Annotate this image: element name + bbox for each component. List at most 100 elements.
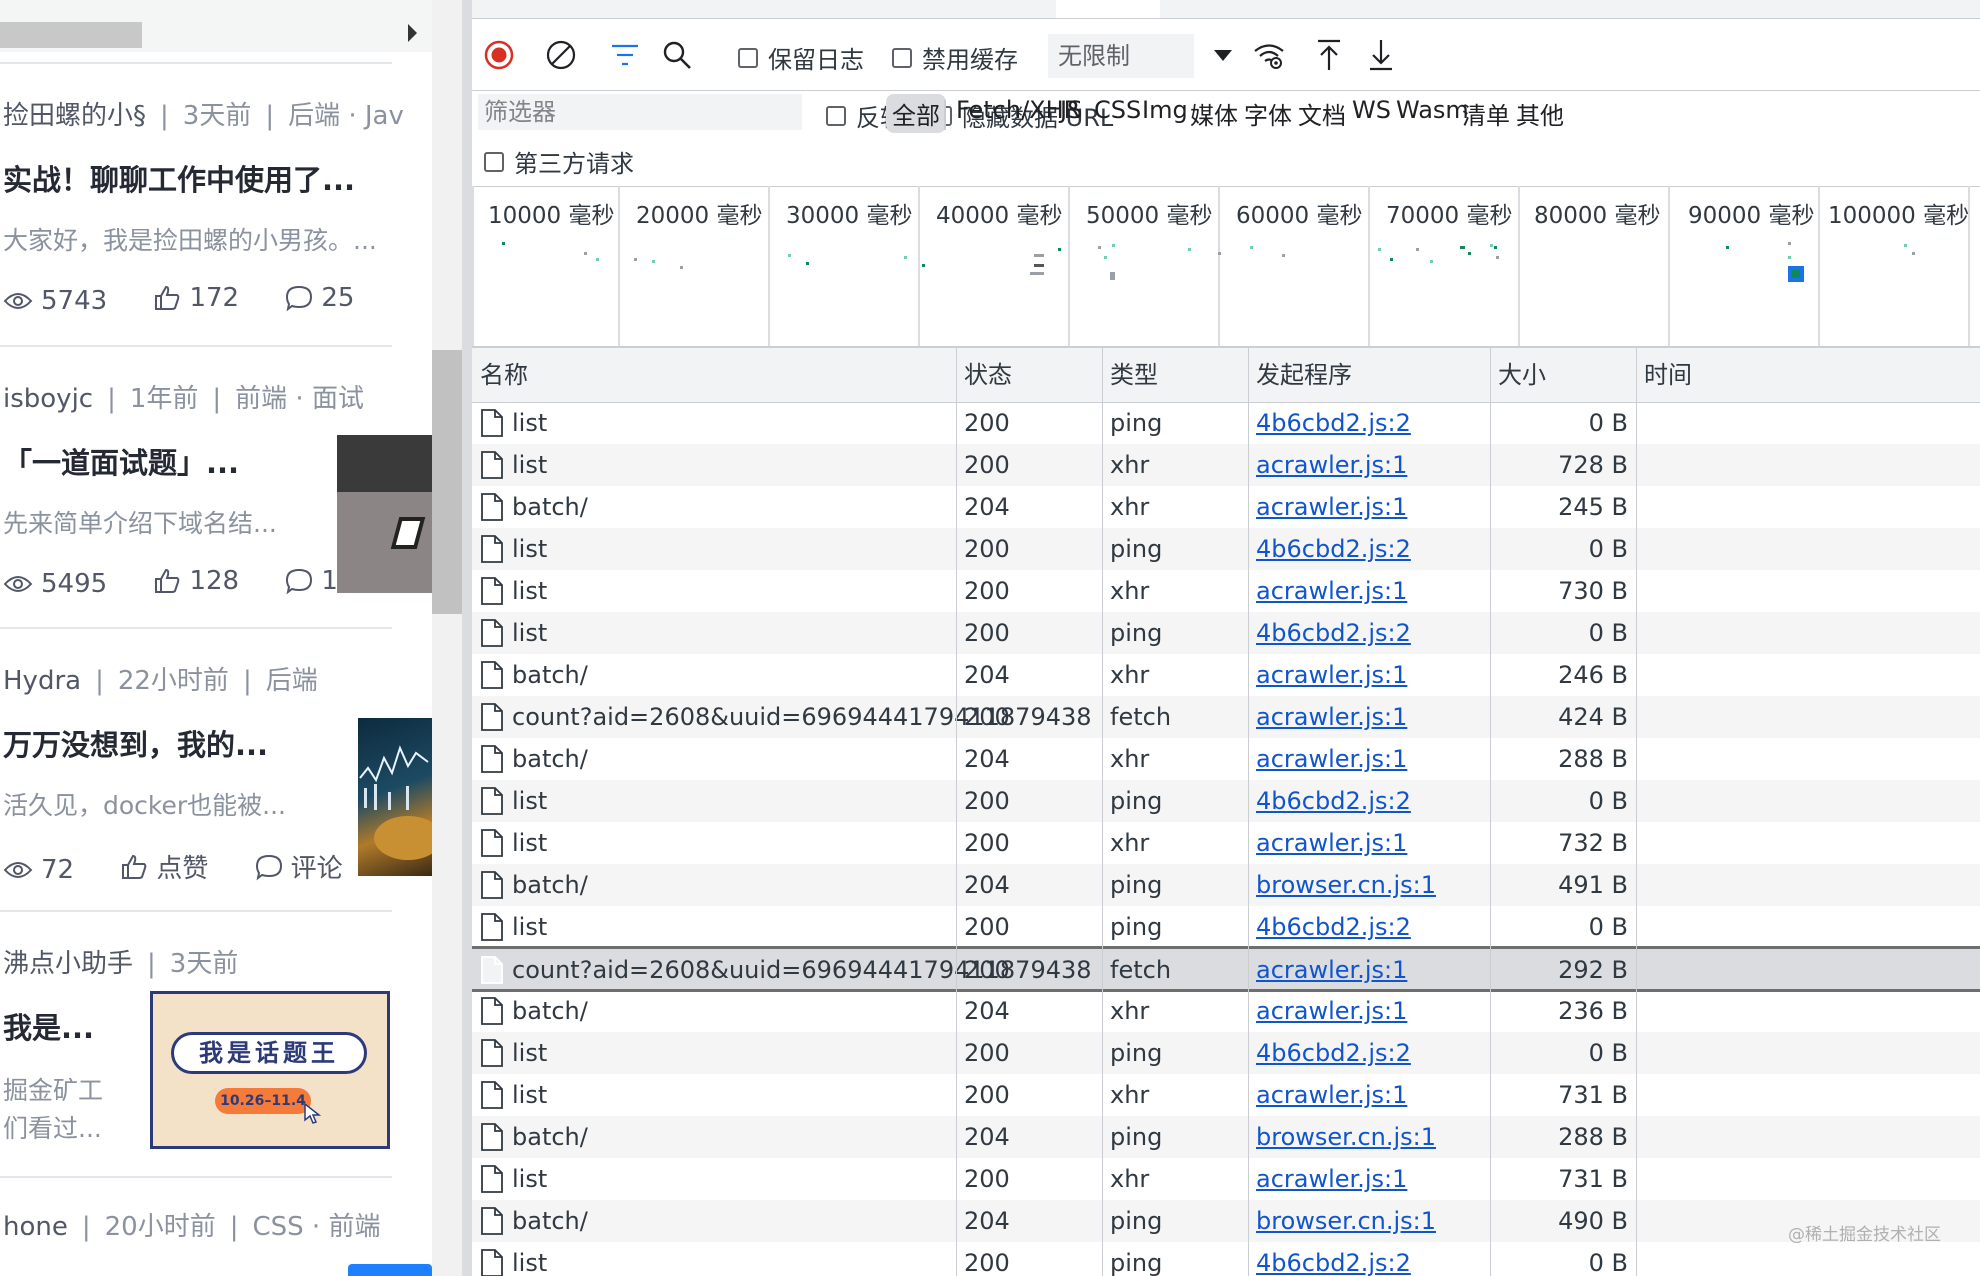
article-tags[interactable]: 后端 · Java — [288, 101, 403, 131]
article-title[interactable]: 实战！聊聊工作中使用了... — [3, 157, 398, 199]
initiator-link[interactable]: acrawler.js:1 — [1256, 661, 1407, 689]
checkbox-box[interactable] — [738, 47, 758, 68]
initiator-link[interactable]: 4b6cbd2.js:2 — [1256, 1249, 1411, 1276]
tab-network[interactable] — [1056, 0, 1160, 18]
column-header-type[interactable]: 类型 — [1102, 348, 1248, 402]
article-tags[interactable]: CSS · 前端 — [253, 1212, 381, 1242]
article-thumbnail[interactable] — [348, 1264, 432, 1276]
table-row[interactable]: batch/204 xhr acrawler.js:1 236 B — [472, 990, 1980, 1032]
table-row[interactable]: list 200 ping 4b6cbd2.js:2 0 B — [472, 780, 1980, 822]
table-row[interactable]: list 200 ping 4b6cbd2.js:2 0 B — [472, 1242, 1980, 1276]
export-har-button[interactable] — [1364, 38, 1398, 72]
checkbox-box[interactable] — [484, 151, 504, 172]
comment-icon[interactable] — [285, 284, 313, 312]
initiator-link[interactable]: acrawler.js:1 — [1256, 1165, 1407, 1193]
table-row[interactable]: batch/204 xhr acrawler.js:1 245 B — [472, 486, 1980, 528]
article-tags[interactable]: 后端 — [266, 666, 318, 696]
filter-type-manifest[interactable]: 清单 — [1462, 96, 1510, 131]
article-title[interactable]: 万万没想到，我的... — [3, 722, 353, 764]
column-divider[interactable] — [1636, 348, 1637, 1276]
initiator-link[interactable]: acrawler.js:1 — [1256, 493, 1407, 521]
article-tags[interactable]: 前端 · 面试 — [235, 384, 364, 414]
table-row[interactable]: batch/204 xhr acrawler.js:1 246 B — [472, 654, 1980, 696]
filter-type-js[interactable]: JS — [1060, 96, 1082, 124]
checkbox-box[interactable] — [892, 47, 912, 68]
filter-type-font[interactable]: 字体 — [1244, 96, 1292, 131]
article-author[interactable]: 沸点小助手 — [3, 949, 133, 979]
initiator-link[interactable]: browser.cn.js:1 — [1256, 871, 1436, 899]
thumbs-up-icon[interactable] — [153, 567, 181, 595]
network-overview-timeline[interactable]: 10000 毫秒 20000 毫秒 30000 毫秒 40000 毫秒 5000… — [472, 186, 1980, 349]
article-thumbnail[interactable] — [358, 718, 432, 876]
horizontal-scroll-thumb[interactable] — [0, 22, 142, 48]
thumbs-up-icon[interactable] — [153, 284, 181, 312]
table-row[interactable]: list 200 ping 4b6cbd2.js:2 0 B — [472, 906, 1980, 948]
table-row[interactable]: batch/204 ping browser.cn.js:1 288 B — [472, 1116, 1980, 1158]
table-row[interactable]: list 200 ping 4b6cbd2.js:2 0 B — [472, 612, 1980, 654]
filter-type-media[interactable]: 媒体 — [1190, 96, 1238, 131]
initiator-link[interactable]: browser.cn.js:1 — [1256, 1123, 1436, 1151]
table-row[interactable]: list 200 xhr acrawler.js:1 731 B — [472, 1158, 1980, 1200]
scroll-right-arrow-icon[interactable] — [408, 24, 417, 42]
filter-type-other[interactable]: 其他 — [1516, 96, 1564, 131]
table-row-selected[interactable]: count?aid=2608&uuid=6969444179411879438 2… — [472, 946, 1980, 992]
disable-cache-checkbox[interactable]: 禁用缓存 — [892, 40, 1018, 75]
filter-toggle-button[interactable] — [608, 38, 642, 72]
filter-input[interactable] — [478, 94, 802, 130]
filter-type-wasm[interactable]: Wasm — [1396, 96, 1469, 124]
table-row[interactable]: list 200 xhr acrawler.js:1 732 B — [472, 822, 1980, 864]
article-thumbnail[interactable] — [337, 435, 432, 593]
article-author[interactable]: 捡田螺的小§ — [3, 101, 146, 131]
column-header-initiator[interactable]: 发起程序 — [1248, 348, 1490, 402]
filter-type-css[interactable]: CSS — [1094, 96, 1141, 124]
article-author[interactable]: hone — [3, 1212, 68, 1242]
filter-type-img[interactable]: Img — [1142, 96, 1188, 124]
chevron-down-icon[interactable] — [1214, 50, 1232, 61]
table-row[interactable]: list 200 xhr acrawler.js:1 728 B — [472, 444, 1980, 486]
article-card-1[interactable]: 捡田螺的小§|3天前|后端 · Java 实战！聊聊工作中使用了... 大家好，… — [0, 95, 403, 335]
column-header-size[interactable]: 大小 — [1490, 348, 1636, 402]
search-button[interactable] — [660, 38, 694, 72]
initiator-link[interactable]: acrawler.js:1 — [1256, 451, 1407, 479]
table-row[interactable]: batch/204 ping browser.cn.js:1 490 B — [472, 1200, 1980, 1242]
table-row[interactable]: list 200 ping 4b6cbd2.js:2 0 B — [472, 402, 1980, 444]
article-card-4[interactable]: 沸点小助手 | 3天前 我是... 掘金矿工 们看过... 我是话题王 10.26–… — [0, 943, 400, 1173]
column-divider[interactable] — [1248, 348, 1249, 1276]
third-party-checkbox[interactable]: 第三方请求 — [484, 144, 634, 179]
initiator-link[interactable]: browser.cn.js:1 — [1256, 1207, 1436, 1235]
feed-vertical-scrollbar[interactable] — [432, 0, 462, 1276]
preserve-log-checkbox[interactable]: 保留日志 — [738, 40, 864, 75]
initiator-link[interactable]: acrawler.js:1 — [1256, 577, 1407, 605]
article-author[interactable]: Hydra — [3, 666, 81, 696]
article-card-3[interactable]: Hydra | 22小时前 | 后端 万万没想到，我的... 活久见，docker也能被… — [0, 660, 432, 900]
initiator-link[interactable]: 4b6cbd2.js:2 — [1256, 409, 1411, 437]
initiator-link[interactable]: acrawler.js:1 — [1256, 703, 1407, 731]
network-conditions-button[interactable] — [1252, 38, 1286, 72]
article-title[interactable]: 「一道面试题」... — [3, 440, 333, 482]
table-row[interactable]: list 200 xhr acrawler.js:1 730 B — [472, 570, 1980, 612]
initiator-link[interactable]: 4b6cbd2.js:2 — [1256, 1039, 1411, 1067]
thumbs-up-icon[interactable] — [120, 853, 148, 881]
initiator-link[interactable]: 4b6cbd2.js:2 — [1256, 535, 1411, 563]
column-header-name[interactable]: 名称 — [472, 348, 956, 402]
topic-banner[interactable]: 我是话题王 10.26–11.4 — [150, 991, 390, 1149]
table-row[interactable]: list 200 ping 4b6cbd2.js:2 0 B — [472, 1032, 1980, 1074]
initiator-link[interactable]: 4b6cbd2.js:2 — [1256, 913, 1411, 941]
initiator-link[interactable]: acrawler.js:1 — [1256, 829, 1407, 857]
initiator-link[interactable]: 4b6cbd2.js:2 — [1256, 619, 1411, 647]
filter-type-ws[interactable]: WS — [1352, 96, 1391, 124]
pane-splitter[interactable] — [462, 0, 472, 1276]
table-row[interactable]: list 200 xhr acrawler.js:1 731 B — [472, 1074, 1980, 1116]
throttling-select[interactable]: 无限制 — [1048, 34, 1194, 78]
comment-icon[interactable] — [255, 853, 283, 881]
table-row[interactable]: count?aid=2608&uuid=6969444179411879438 2… — [472, 696, 1980, 738]
initiator-link[interactable]: acrawler.js:1 — [1256, 1081, 1407, 1109]
column-header-status[interactable]: 状态 — [956, 348, 1102, 402]
table-row[interactable]: list 200 ping 4b6cbd2.js:2 0 B — [472, 528, 1980, 570]
column-header-time[interactable]: 时间 — [1636, 348, 1696, 402]
initiator-link[interactable]: acrawler.js:1 — [1256, 997, 1407, 1025]
filter-type-all[interactable]: 全部 — [886, 94, 946, 133]
initiator-link[interactable]: acrawler.js:1 — [1256, 745, 1407, 773]
article-card-2[interactable]: isboyjc | 1年前 | 前端 · 面试 「一道面试题」... 先来简单介绍下域名… — [0, 378, 432, 618]
column-divider[interactable] — [1490, 348, 1491, 1276]
